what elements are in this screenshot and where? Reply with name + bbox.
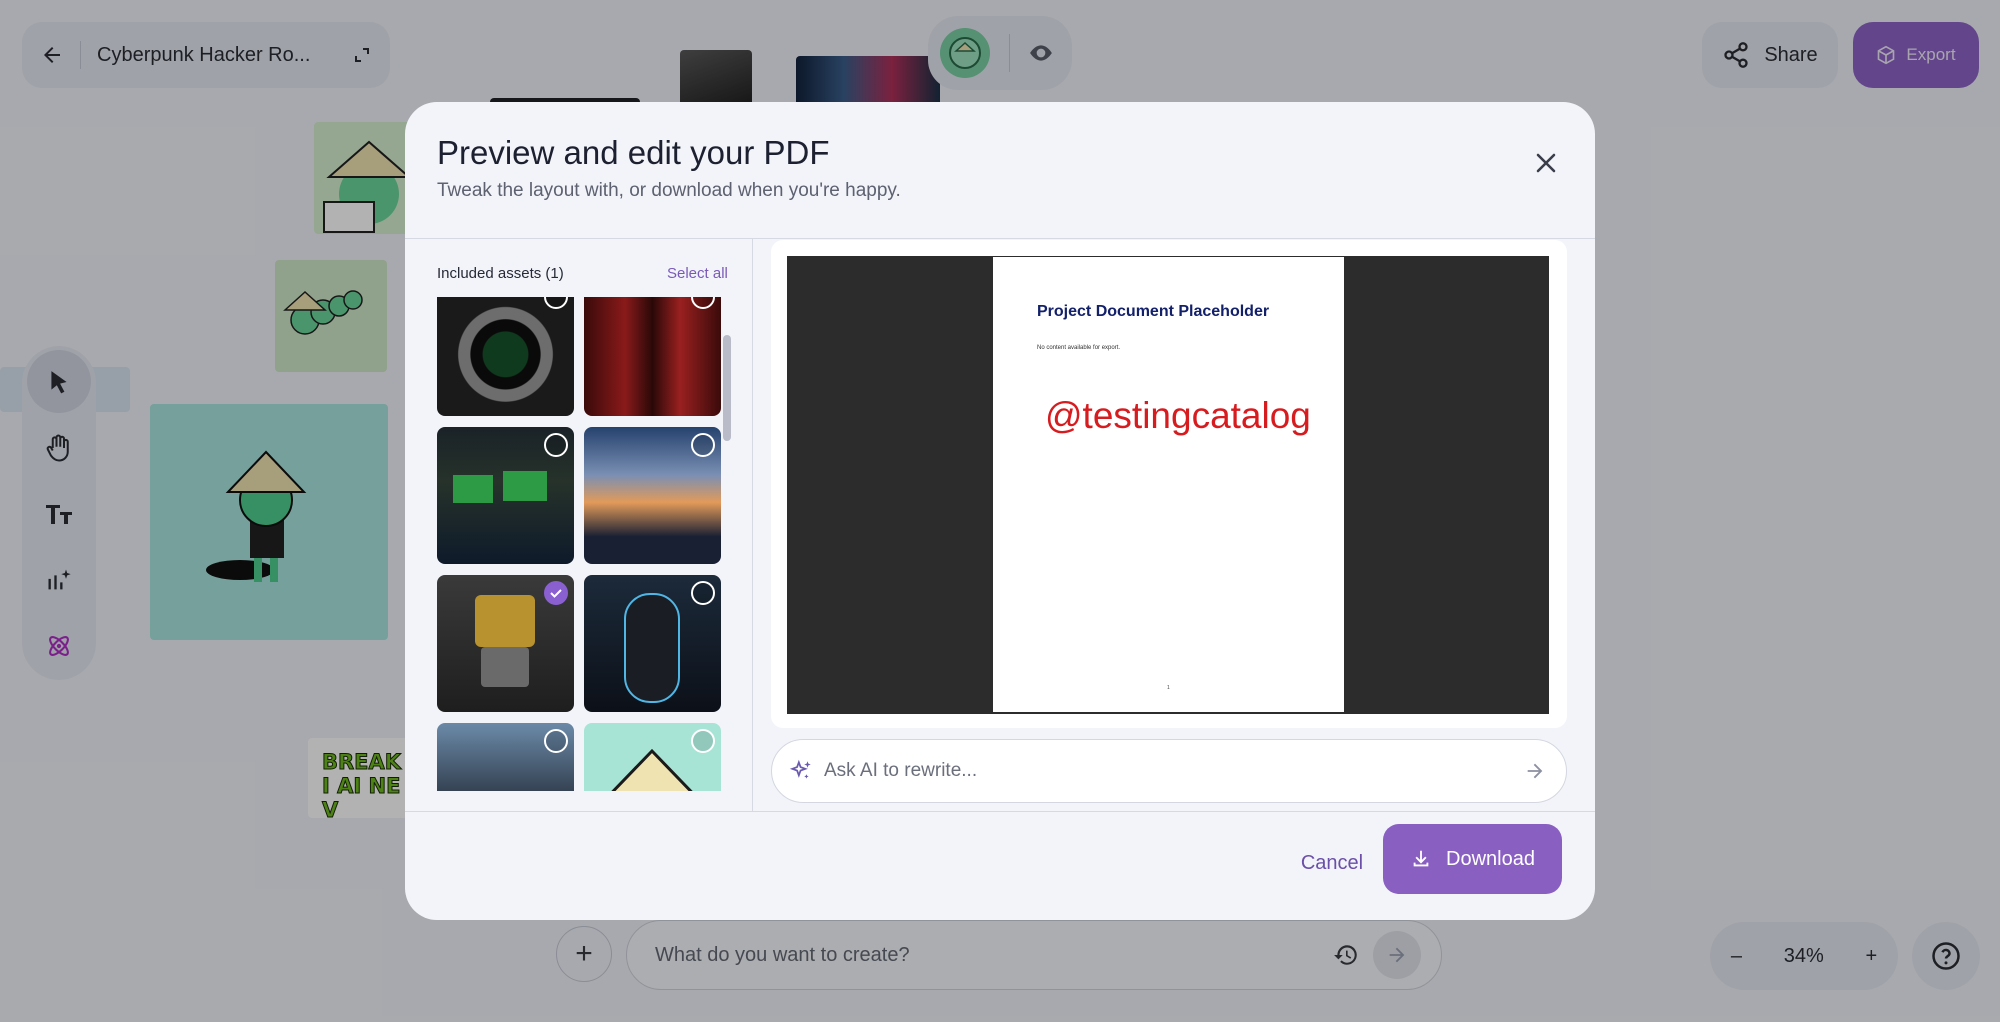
asset-tile[interactable]	[437, 575, 574, 712]
select-all-link[interactable]: Select all	[667, 265, 728, 282]
column-divider	[752, 239, 753, 811]
ai-rewrite-box	[771, 739, 1567, 803]
included-assets-label: Included assets (1)	[437, 265, 564, 282]
asset-checkbox[interactable]	[544, 433, 568, 457]
dialog-title: Preview and edit your PDF	[437, 134, 830, 171]
pdf-watermark: @testingcatalog	[1045, 395, 1311, 436]
dialog-subtitle: Tweak the layout with, or download when …	[437, 180, 901, 201]
asset-grid-viewport[interactable]	[437, 297, 727, 791]
check-icon	[550, 589, 562, 598]
cancel-button[interactable]: Cancel	[1285, 841, 1379, 885]
header-divider	[405, 238, 1595, 239]
asset-tile[interactable]	[437, 297, 574, 416]
pdf-note: No content available for export.	[1037, 345, 1121, 351]
ai-rewrite-input[interactable]	[824, 760, 1514, 782]
download-button[interactable]: Download	[1383, 824, 1562, 894]
asset-tile[interactable]	[584, 723, 721, 791]
close-icon	[1536, 153, 1556, 173]
pdf-document-title: Project Document Placeholder	[1037, 303, 1270, 320]
asset-checkbox[interactable]	[691, 297, 715, 309]
asset-tile[interactable]	[437, 723, 574, 791]
asset-scrollbar[interactable]	[723, 335, 731, 441]
pdf-page: Project Document Placeholder No content …	[993, 257, 1344, 712]
download-icon	[1413, 850, 1429, 867]
asset-tile[interactable]	[584, 297, 721, 416]
asset-checkbox[interactable]	[691, 729, 715, 753]
pdf-page-number: 1	[1167, 685, 1170, 691]
asset-tile[interactable]	[584, 575, 721, 712]
asset-checkbox[interactable]	[544, 729, 568, 753]
asset-checkbox[interactable]	[691, 581, 715, 605]
pdf-preview-card: Project Document Placeholder No content …	[771, 240, 1567, 728]
sparkle-icon	[789, 759, 811, 779]
pdf-viewer[interactable]: Project Document Placeholder No content …	[787, 256, 1549, 714]
arrow-right-icon	[1527, 763, 1543, 779]
pdf-preview-dialog: Preview and edit your PDF Tweak the layo…	[405, 102, 1595, 920]
asset-checkbox[interactable]	[691, 433, 715, 457]
close-button[interactable]	[1521, 138, 1571, 188]
ai-send-button[interactable]	[1524, 760, 1546, 782]
footer-divider	[405, 811, 1595, 812]
asset-tile[interactable]	[584, 427, 721, 564]
asset-checkbox-checked[interactable]	[544, 581, 568, 605]
asset-grid	[437, 297, 721, 791]
asset-tile[interactable]	[437, 427, 574, 564]
asset-checkbox[interactable]	[544, 297, 568, 309]
download-label: Download	[1446, 847, 1535, 870]
